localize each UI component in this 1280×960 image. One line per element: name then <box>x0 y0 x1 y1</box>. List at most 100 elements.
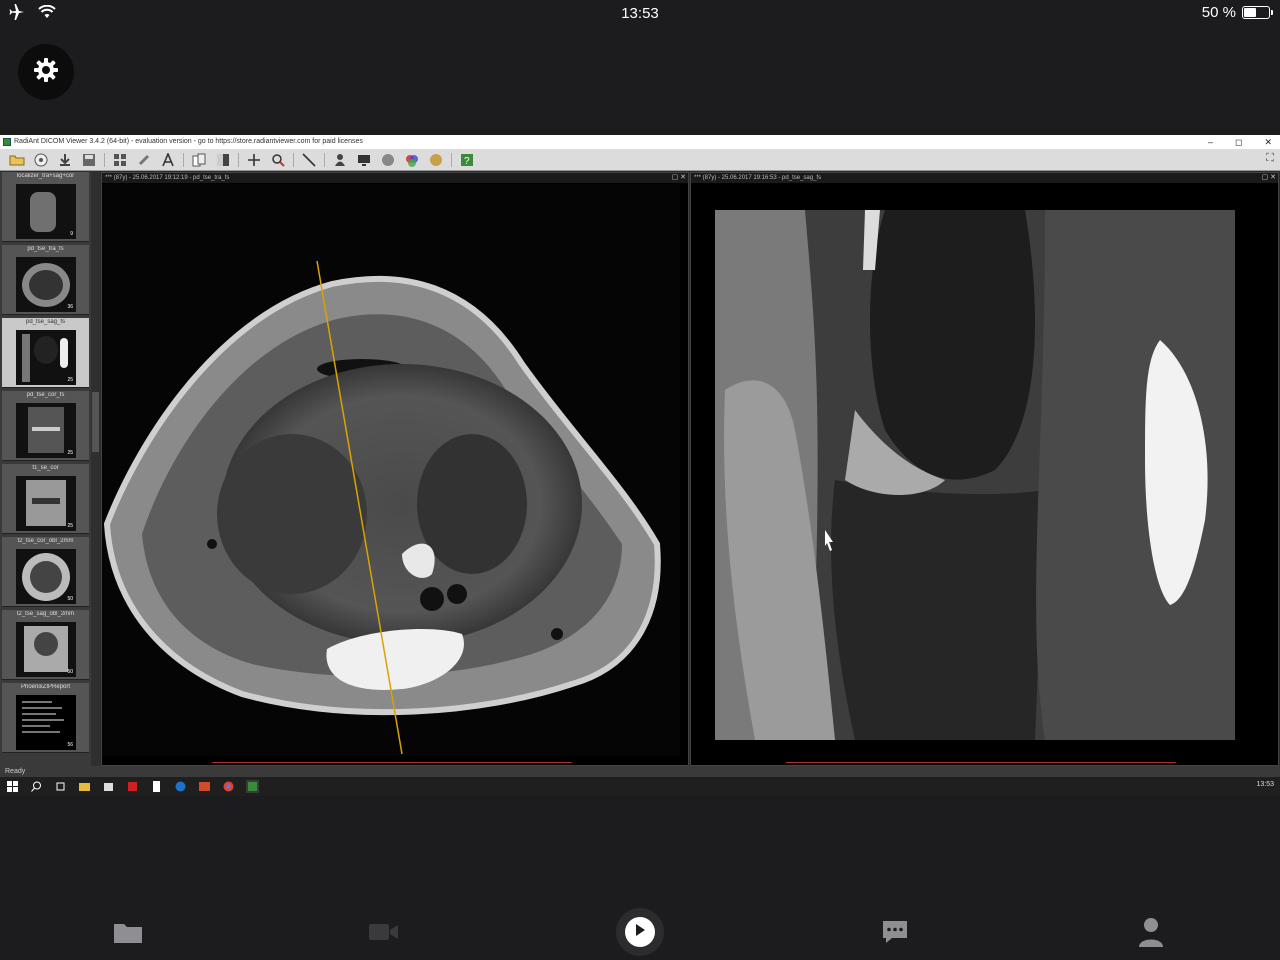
toolbar-separator <box>293 152 294 167</box>
zoom-icon[interactable] <box>269 152 287 168</box>
open-folder-icon[interactable] <box>8 152 26 168</box>
help-icon[interactable]: ? <box>458 152 476 168</box>
window-title: RadiAnt DICOM Viewer 3.4.2 (64-bit) - ev… <box>14 138 363 145</box>
tab-video[interactable] <box>364 914 404 954</box>
viewer-status-bar: Ready <box>0 766 1280 777</box>
layout-grid-icon[interactable] <box>111 152 129 168</box>
viewport-info: *** (87y) - 25.06.2017 19:16:53 - pd_tse… <box>694 175 822 181</box>
task-view-icon[interactable] <box>54 780 67 793</box>
file-explorer-icon[interactable] <box>78 780 91 793</box>
series-label: t2_tse_cor_obl_2mm <box>17 538 74 544</box>
viewport-sagittal[interactable]: *** (87y) - 25.06.2017 19:16:53 - pd_tse… <box>690 172 1279 766</box>
image-count: 36 <box>67 304 73 310</box>
save-icon[interactable] <box>80 152 98 168</box>
3d-render-icon[interactable] <box>403 152 421 168</box>
ruler-line <box>786 762 1176 763</box>
minimize-button[interactable]: – <box>1208 135 1213 149</box>
text-annotation-icon[interactable] <box>159 152 177 168</box>
series-label: localizer_tra+sag+cor <box>16 173 75 179</box>
series-item-selected[interactable]: pd_tse_sag_fs 25 <box>2 318 89 388</box>
series-item[interactable]: PhoenixZIPReport 56 <box>2 683 89 753</box>
viewport-header: *** (87y) - 25.06.2017 19:16:53 - pd_tse… <box>691 173 1278 183</box>
toolbar-separator <box>324 152 325 167</box>
status-text: Ready <box>5 768 26 775</box>
download-icon[interactable] <box>56 152 74 168</box>
tab-profile[interactable] <box>1131 914 1171 954</box>
search-icon[interactable] <box>30 780 43 793</box>
maximize-button[interactable]: ◻ <box>1235 135 1242 149</box>
monitor-icon[interactable] <box>355 152 373 168</box>
chat-bubble-icon <box>881 919 909 950</box>
ruler-line <box>212 762 572 763</box>
remote-desktop-screen[interactable]: RadiAnt DICOM Viewer 3.4.2 (64-bit) - ev… <box>0 135 1280 796</box>
svg-text:?: ? <box>464 156 470 167</box>
video-camera-icon <box>368 921 400 948</box>
windows-start-icon[interactable] <box>6 780 19 793</box>
pan-icon[interactable] <box>245 152 263 168</box>
image-count: 56 <box>67 742 73 748</box>
viewport-header: *** (87y) - 25.06.2017 19:12:19 - pd_tse… <box>102 173 688 183</box>
series-item[interactable]: t1_se_cor 25 <box>2 464 89 534</box>
series-label: pd_tse_cor_fs <box>26 392 65 398</box>
image-count: 25 <box>67 523 73 529</box>
chrome-icon[interactable] <box>222 780 235 793</box>
tab-files[interactable] <box>108 914 148 954</box>
measure-icon[interactable] <box>300 152 318 168</box>
store-icon[interactable] <box>102 780 115 793</box>
gear-icon <box>32 56 60 89</box>
toolbar-separator <box>451 152 452 167</box>
toolbar-separator <box>183 152 184 167</box>
mri-axial-image <box>102 184 680 756</box>
link-icon[interactable] <box>135 152 153 168</box>
series-label: pd_tse_sag_fs <box>25 319 66 325</box>
series-thumbnail-panel: localizer_tra+sag+cor 9 pd_tse_tra_fs 36… <box>0 172 91 766</box>
mpr-icon[interactable] <box>379 152 397 168</box>
edge-icon[interactable] <box>174 780 187 793</box>
window-level-icon[interactable] <box>214 152 232 168</box>
acrobat-icon[interactable] <box>126 780 139 793</box>
image-count: 25 <box>67 377 73 383</box>
windows-taskbar: 13:53 <box>0 777 1280 796</box>
series-item[interactable]: localizer_tra+sag+cor 9 <box>2 172 89 242</box>
person-icon[interactable] <box>331 152 349 168</box>
series-item[interactable]: t2_tse_sag_obl_2mm 50 <box>2 610 89 680</box>
copy-icon[interactable] <box>190 152 208 168</box>
disc-icon[interactable] <box>32 152 50 168</box>
play-button[interactable] <box>616 908 664 956</box>
image-count: 9 <box>70 231 73 237</box>
series-scrollbar[interactable] <box>91 172 100 766</box>
viewer-toolbar: ? ⛶ <box>0 149 1280 171</box>
series-thumbnail <box>16 184 76 239</box>
powerpoint-icon[interactable] <box>198 780 211 793</box>
fusion-icon[interactable] <box>427 152 445 168</box>
tab-chat[interactable] <box>875 914 915 954</box>
document-icon[interactable] <box>150 780 163 793</box>
close-button[interactable]: ✕ <box>1264 135 1272 149</box>
viewport-buttons[interactable]: ▢ ✕ <box>1262 173 1276 183</box>
series-item[interactable]: pd_tse_tra_fs 36 <box>2 245 89 315</box>
status-bar: 13:53 50 % <box>0 0 1280 28</box>
toolbar-separator <box>238 152 239 167</box>
radiant-app-icon[interactable] <box>246 780 259 793</box>
image-count: 25 <box>67 450 73 456</box>
series-item[interactable]: t2_tse_cor_obl_2mm 50 <box>2 537 89 607</box>
series-label: pd_tse_tra_fs <box>27 246 64 252</box>
battery-icon <box>1242 6 1273 19</box>
app-icon <box>3 138 11 146</box>
series-label: t1_se_cor <box>32 465 59 471</box>
window-titlebar: RadiAnt DICOM Viewer 3.4.2 (64-bit) - ev… <box>0 135 1280 149</box>
viewport-info: *** (87y) - 25.06.2017 19:12:19 - pd_tse… <box>105 175 230 181</box>
settings-button[interactable] <box>18 44 74 100</box>
viewport-axial[interactable]: *** (87y) - 25.06.2017 19:12:19 - pd_tse… <box>101 172 689 766</box>
folder-icon <box>113 920 143 949</box>
taskbar-clock: 13:53 <box>1256 781 1274 788</box>
viewport-buttons[interactable]: ▢ ✕ <box>672 173 686 183</box>
fullscreen-icon[interactable]: ⛶ <box>1266 152 1274 165</box>
series-item[interactable]: pd_tse_cor_fs 25 <box>2 391 89 461</box>
series-label: PhoenixZIPReport <box>20 684 71 690</box>
image-count: 50 <box>67 669 73 675</box>
clock: 13:53 <box>621 5 659 22</box>
play-icon <box>634 923 646 942</box>
series-label: t2_tse_sag_obl_2mm <box>16 611 75 617</box>
battery-percent: 50 % <box>1201 4 1236 21</box>
